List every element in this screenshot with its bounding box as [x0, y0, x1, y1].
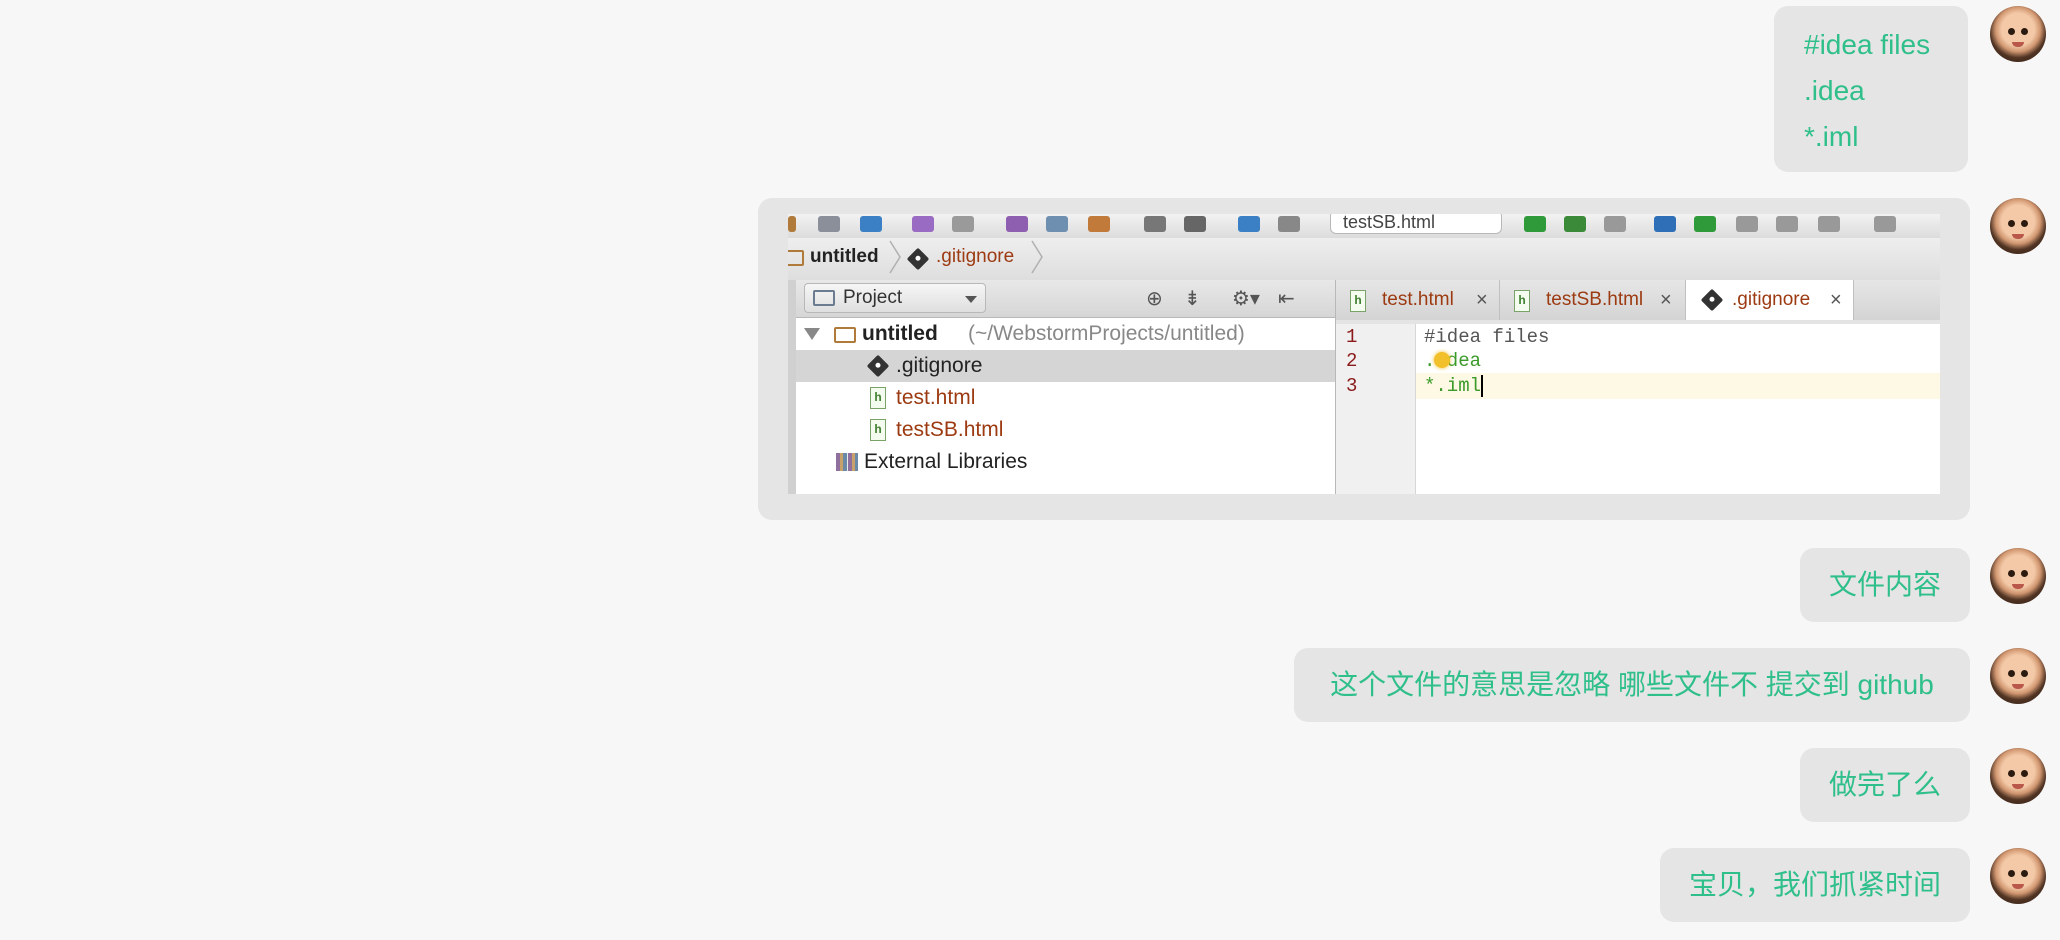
message-text: 这个文件的意思是忽略 哪些文件不 提交到 github [1330, 669, 1934, 700]
close-icon[interactable]: × [1476, 280, 1488, 320]
tab-testsb-html[interactable]: h testSB.html × [1500, 280, 1686, 320]
message-text: 文件内容 [1828, 569, 1941, 600]
tree-item-label: untitled [862, 322, 938, 345]
ide-screenshot: testSB.html untitled .gitignore Project … [788, 214, 1940, 494]
collapse-all-icon[interactable]: ⇟ [1184, 289, 1201, 309]
revert-icon [1818, 216, 1840, 232]
breadcrumb-separator [888, 240, 902, 274]
compare-icon [1736, 216, 1758, 232]
locate-icon[interactable]: ⊕ [1146, 289, 1163, 309]
vcs-commit-icon [1694, 216, 1716, 232]
breadcrumb: untitled .gitignore [788, 238, 1940, 281]
project-icon [813, 290, 835, 306]
message-line: #idea files [1804, 29, 1931, 60]
avatar[interactable] [1990, 6, 2046, 62]
tree-item-label: .gitignore [896, 354, 983, 377]
tree-item-test-html[interactable]: h test.html [796, 382, 1335, 414]
avatar[interactable] [1990, 748, 2046, 804]
toolbar-icon [788, 216, 796, 232]
tab-gitignore[interactable]: .gitignore × [1686, 280, 1854, 321]
debug-icon [1564, 216, 1586, 232]
message-text: 做完了么 [1828, 769, 1941, 800]
save-icon [818, 216, 840, 232]
line-number: 3 [1346, 375, 1358, 397]
run-icon [1524, 216, 1546, 232]
message-line: .idea [1804, 75, 1865, 106]
code-line: #idea files [1424, 326, 1550, 348]
message-bubble: 宝贝，我们抓紧时间 [1660, 848, 1970, 922]
breadcrumb-item[interactable]: untitled [810, 246, 879, 268]
tree-item-external-libraries[interactable]: External Libraries [796, 446, 1335, 478]
git-icon [906, 247, 930, 271]
message-text: 宝贝，我们抓紧时间 [1688, 869, 1941, 900]
git-icon [1700, 288, 1724, 312]
tree-item-label: test.html [896, 386, 976, 409]
editor-tabs: h test.html × h testSB.html × .gitignore… [1336, 280, 1940, 321]
message-bubble: 这个文件的意思是忽略 哪些文件不 提交到 github [1294, 648, 1970, 722]
project-view-combo[interactable]: Project [804, 283, 986, 313]
tab-test-html[interactable]: h test.html × [1336, 280, 1500, 320]
run-config-combo: testSB.html [1330, 214, 1502, 234]
tree-item-label: External Libraries [864, 450, 1028, 473]
message-line: *.iml [1804, 121, 1859, 152]
expand-triangle-icon[interactable] [804, 328, 820, 340]
lightbulb-icon[interactable] [1434, 352, 1450, 368]
sync-icon [860, 216, 882, 232]
code-line: *.iml [1424, 375, 1482, 397]
chevron-down-icon [965, 296, 977, 303]
avatar[interactable] [1990, 648, 2046, 704]
tab-label: testSB.html [1546, 289, 1644, 310]
line-number: 2 [1346, 350, 1358, 372]
cut-icon [1006, 216, 1028, 232]
line-number-gutter: 1 2 3 [1336, 324, 1416, 494]
breadcrumb-item[interactable]: .gitignore [936, 246, 1014, 268]
code-line: .idea [1424, 350, 1482, 372]
tree-item-path: (~/WebstormProjects/untitled) [968, 322, 1245, 345]
project-combo-label: Project [843, 287, 903, 308]
tree-item-label: testSB.html [896, 418, 1004, 441]
tab-label: .gitignore [1732, 289, 1811, 310]
avatar[interactable] [1990, 548, 2046, 604]
folder-icon [834, 327, 856, 343]
git-icon [866, 354, 890, 378]
message-bubble: #idea files .idea *.iml [1774, 6, 1968, 172]
undo-icon [912, 216, 934, 232]
tree-item-testsb-html[interactable]: h testSB.html [796, 414, 1335, 446]
html-file-icon: h [1350, 290, 1366, 312]
code-editor[interactable]: 1 2 3 #idea files .idea *.iml [1336, 320, 1940, 494]
close-icon[interactable]: × [1830, 280, 1842, 320]
folder-icon [788, 250, 804, 266]
ide-toolbar: testSB.html [788, 214, 1940, 239]
copy-icon [1046, 216, 1068, 232]
tab-label: test.html [1382, 289, 1454, 310]
html-file-icon: h [1514, 290, 1530, 312]
history-icon [1776, 216, 1798, 232]
vcs-update-icon [1654, 216, 1676, 232]
message-bubble: 做完了么 [1800, 748, 1970, 822]
paste-icon [1088, 216, 1110, 232]
settings-icon [1874, 216, 1896, 232]
gear-icon[interactable]: ⚙▾ [1232, 289, 1260, 309]
message-bubble: 文件内容 [1800, 548, 1970, 622]
forward-icon [1278, 216, 1300, 232]
coverage-icon [1604, 216, 1626, 232]
line-number: 1 [1346, 326, 1358, 348]
breadcrumb-separator [1030, 240, 1044, 274]
hide-panel-icon[interactable]: ⇤ [1278, 289, 1295, 309]
text-caret [1481, 375, 1483, 397]
back-icon [1238, 216, 1260, 232]
library-icon [836, 453, 858, 471]
avatar[interactable] [1990, 198, 2046, 254]
redo-icon [952, 216, 974, 232]
project-panel-header: Project ⊕ ⇟ ⚙▾ ⇤ [796, 280, 1336, 318]
project-tree: untitled (~/WebstormProjects/untitled) .… [796, 318, 1336, 494]
find-icon [1144, 216, 1166, 232]
tree-item-gitignore[interactable]: .gitignore [796, 350, 1335, 382]
close-icon[interactable]: × [1660, 280, 1672, 320]
html-file-icon: h [870, 387, 886, 409]
avatar[interactable] [1990, 848, 2046, 904]
tree-item-root[interactable]: untitled (~/WebstormProjects/untitled) [796, 318, 1335, 350]
replace-icon [1184, 216, 1206, 232]
html-file-icon: h [870, 419, 886, 441]
